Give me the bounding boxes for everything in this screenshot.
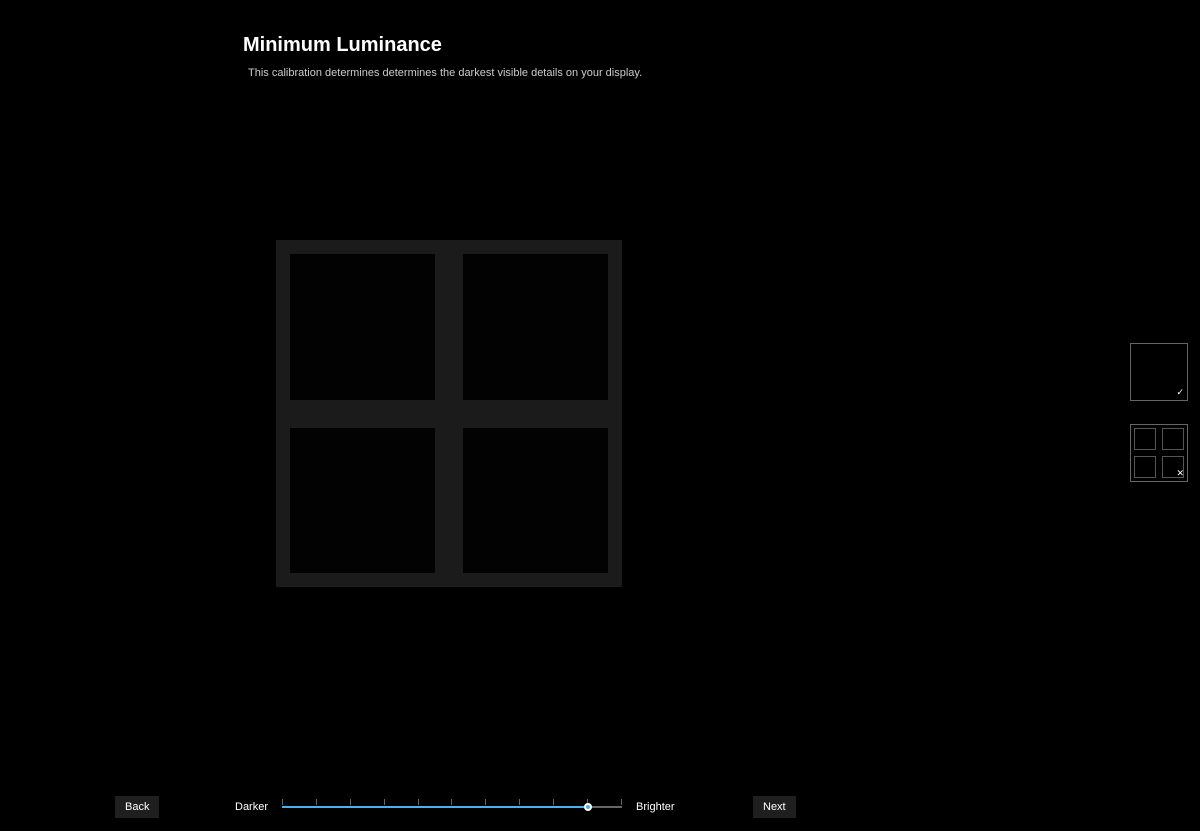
calibration-square — [290, 428, 435, 574]
slider-tick — [621, 799, 622, 805]
slider-tick — [519, 799, 520, 805]
calibration-target — [276, 240, 622, 587]
reference-wrong: ✕ — [1130, 424, 1188, 482]
slider-tick — [485, 799, 486, 805]
luminance-slider[interactable] — [282, 797, 622, 817]
back-button[interactable]: Back — [115, 796, 159, 818]
next-button[interactable]: Next — [753, 796, 796, 818]
reference-panel: ✓ ✕ — [1130, 343, 1188, 482]
luminance-slider-container: Darker Brighter — [235, 797, 675, 817]
slider-ticks — [282, 793, 622, 803]
page-title: Minimum Luminance — [243, 34, 642, 57]
slider-tick — [418, 799, 419, 805]
slider-thumb[interactable] — [584, 803, 592, 811]
slider-track — [282, 806, 622, 808]
reference-grid-cell — [1162, 428, 1184, 450]
slider-tick — [316, 799, 317, 805]
calibration-square — [290, 254, 435, 400]
slider-tick — [451, 799, 452, 805]
slider-label-darker: Darker — [235, 801, 268, 813]
slider-tick — [350, 799, 351, 805]
slider-tick — [384, 799, 385, 805]
slider-fill — [282, 806, 588, 808]
slider-tick — [553, 799, 554, 805]
calibration-square — [463, 428, 608, 574]
slider-tick — [282, 799, 283, 805]
header: Minimum Luminance This calibration deter… — [243, 34, 642, 79]
reference-correct: ✓ — [1130, 343, 1188, 401]
check-icon: ✓ — [1176, 387, 1184, 398]
page-subtitle: This calibration determines determines t… — [248, 67, 642, 79]
reference-grid-cell — [1134, 428, 1156, 450]
cross-icon: ✕ — [1176, 468, 1184, 479]
slider-label-brighter: Brighter — [636, 801, 675, 813]
calibration-square — [463, 254, 608, 400]
reference-grid-cell — [1134, 456, 1156, 478]
footer-bar: Back Darker Brighter Next — [0, 793, 1200, 821]
